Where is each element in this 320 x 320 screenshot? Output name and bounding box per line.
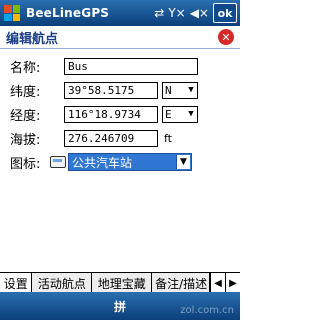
ime-button[interactable]: 拼 <box>114 298 126 315</box>
longitude-direction-value: E <box>165 107 172 121</box>
longitude-field[interactable]: 116°18.9734 <box>64 105 158 123</box>
longitude-direction-select[interactable]: E ▼ <box>162 105 198 123</box>
windows-start-icon[interactable] <box>4 5 20 21</box>
signal-off-icon[interactable]: Y× <box>168 7 185 19</box>
status-icons: ⇄ Y× ◀× ok <box>154 3 237 23</box>
chevron-left-icon[interactable]: ◀ <box>210 273 225 293</box>
tab-notes[interactable]: 备注/描述 <box>152 272 210 293</box>
icon-select-value: 公共汽车站 <box>72 155 133 170</box>
altitude-field[interactable]: 276.246709 <box>64 129 158 147</box>
watermark: zol.com.cn <box>180 305 234 316</box>
app-title: BeeLineGPS <box>26 6 110 20</box>
latitude-field[interactable]: 39°58.5175 <box>64 81 158 99</box>
altitude-label: 海拔: <box>10 132 41 148</box>
chevron-down-icon: ▼ <box>188 85 194 95</box>
tab-geocache[interactable]: 地理宝藏 <box>92 272 153 293</box>
name-label: 名称: <box>10 60 41 76</box>
chevron-down-icon: ▼ <box>188 109 194 119</box>
longitude-label: 经度: <box>10 108 41 124</box>
name-field[interactable]: Bus <box>64 57 198 75</box>
status-bar: BeeLineGPS ⇄ Y× ◀× ok <box>0 0 240 26</box>
chevron-right-icon[interactable]: ▶ <box>225 273 240 293</box>
tab-bar: 设置 活动航点 地理宝藏 备注/描述 ◀ ▶ <box>0 272 240 293</box>
tab-active-waypoint[interactable]: 活动航点 <box>32 272 93 293</box>
page-header: 编辑航点 ✕ <box>0 26 240 49</box>
tab-settings[interactable]: 设置 <box>0 273 33 293</box>
ok-button[interactable]: ok <box>213 3 237 23</box>
latitude-direction-value: N <box>165 83 172 97</box>
volume-icon[interactable]: ◀× <box>190 7 209 19</box>
close-icon[interactable]: ✕ <box>218 29 234 45</box>
chevron-down-icon: ▼ <box>176 155 190 169</box>
latitude-label: 纬度: <box>10 84 41 100</box>
icon-select[interactable]: 公共汽车站 ▼ <box>68 153 192 171</box>
network-icon[interactable]: ⇄ <box>154 7 164 19</box>
latitude-direction-select[interactable]: N ▼ <box>162 81 198 99</box>
altitude-unit: ft <box>164 131 172 145</box>
page-title: 编辑航点 <box>6 31 59 47</box>
tab-scroll: ◀ ▶ <box>210 273 240 293</box>
bus-icon <box>50 156 66 168</box>
